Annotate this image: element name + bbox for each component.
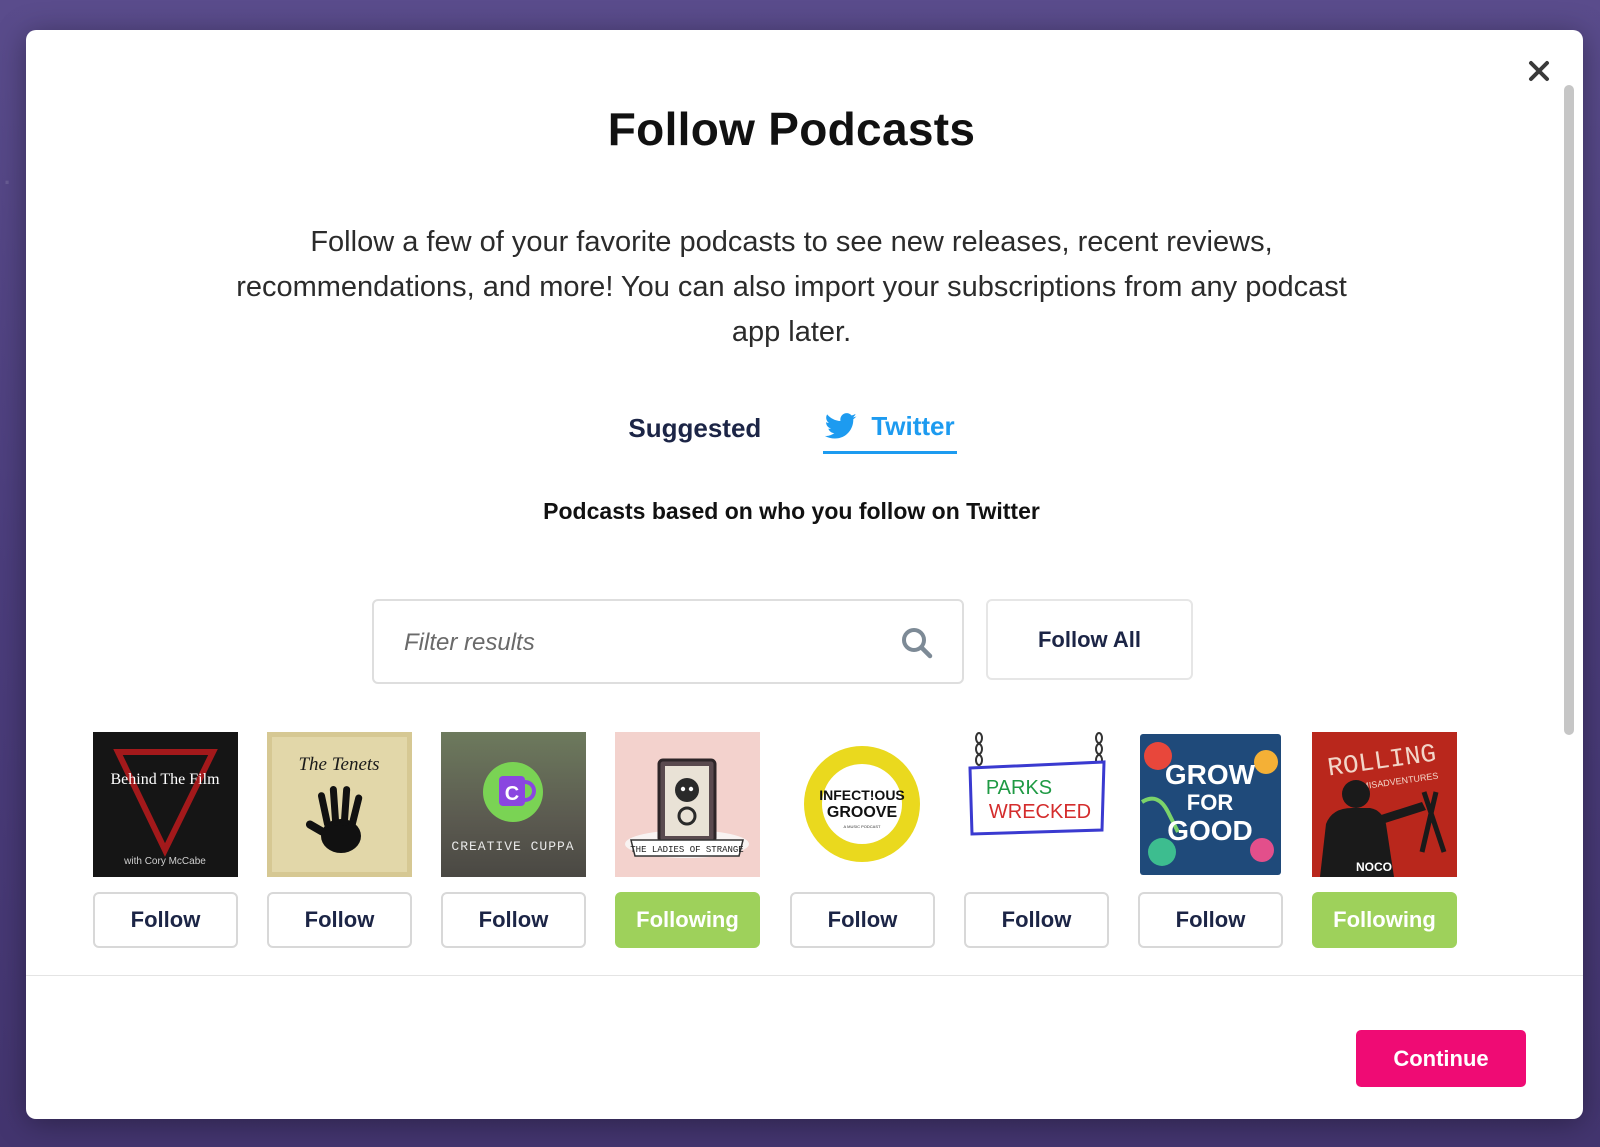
- follow-button[interactable]: Follow: [1138, 892, 1283, 948]
- podcast-card: The Tenets Follow: [267, 732, 412, 948]
- cover-title-2: GROOVE: [827, 804, 898, 821]
- podcast-grid: Behind The Film with Cory McCabe Follow …: [93, 732, 1493, 952]
- tab-bar: Suggested Twitter: [26, 402, 1557, 454]
- follow-button[interactable]: Follow: [267, 892, 412, 948]
- tab-twitter[interactable]: Twitter: [823, 402, 957, 454]
- cover-title: THE LADIES OF STRANGE: [630, 845, 743, 855]
- cover-title-3: GOOD: [1167, 815, 1253, 846]
- footer-divider: [26, 975, 1583, 976]
- podcast-card: C CREATIVE CUPPA Follow: [441, 732, 586, 948]
- follow-button[interactable]: Follow: [964, 892, 1109, 948]
- podcast-cover[interactable]: THE LADIES OF STRANGE: [615, 732, 760, 877]
- modal-scroll-region[interactable]: Follow Podcasts Follow a few of your fav…: [26, 30, 1557, 975]
- section-subtitle: Podcasts based on who you follow on Twit…: [543, 498, 1040, 524]
- scrollbar-thumb[interactable]: [1564, 85, 1574, 735]
- podcast-cover[interactable]: Behind The Film with Cory McCabe: [93, 732, 238, 877]
- modal-description: Follow a few of your favorite podcasts t…: [236, 226, 1347, 348]
- tab-suggested[interactable]: Suggested: [626, 402, 763, 454]
- podcast-cover[interactable]: C CREATIVE CUPPA: [441, 732, 586, 877]
- podcast-cover[interactable]: ROLLING MISADVENTURES NOCO: [1312, 732, 1457, 877]
- follow-all-button[interactable]: Follow All: [986, 599, 1193, 680]
- following-button[interactable]: Following: [615, 892, 760, 948]
- podcast-card: PARKS WRECKED Follow: [964, 732, 1109, 948]
- filter-input[interactable]: [404, 623, 874, 663]
- tab-label: Twitter: [871, 411, 955, 441]
- podcast-card: GROW FOR GOOD Follow: [1138, 732, 1283, 948]
- cover-mark: C: [505, 783, 519, 805]
- search-icon[interactable]: [900, 626, 934, 660]
- tab-label: Suggested: [628, 412, 762, 443]
- cover-title-1: PARKS: [986, 777, 1052, 799]
- cover-title-2: WRECKED: [989, 801, 1091, 823]
- cover-title: Behind The Film: [110, 771, 220, 788]
- podcast-cover[interactable]: INFECT!OUS GROOVE A MUSIC PODCAST: [790, 732, 935, 877]
- follow-button[interactable]: Follow: [790, 892, 935, 948]
- close-icon: [1529, 61, 1549, 81]
- cover-subtitle: with Cory McCabe: [123, 856, 206, 867]
- podcast-card: Behind The Film with Cory McCabe Follow: [93, 732, 238, 948]
- cover-title-1: INFECT!OUS: [819, 787, 905, 803]
- close-button[interactable]: [1520, 52, 1557, 90]
- podcast-cover[interactable]: The Tenets: [267, 732, 412, 877]
- twitter-bird-icon: [825, 413, 857, 439]
- podcast-card: INFECT!OUS GROOVE A MUSIC PODCAST Follow: [790, 732, 935, 948]
- follow-podcasts-modal: Follow Podcasts Follow a few of your fav…: [26, 30, 1583, 1119]
- podcast-cover[interactable]: GROW FOR GOOD: [1138, 732, 1283, 877]
- podcast-cover[interactable]: PARKS WRECKED: [964, 732, 1109, 877]
- filter-box: [372, 599, 964, 684]
- podcast-card: THE LADIES OF STRANGE Following: [615, 732, 760, 948]
- podcast-card: ROLLING MISADVENTURES NOCO Following: [1312, 732, 1457, 948]
- cover-title-1: GROW: [1165, 759, 1256, 790]
- follow-button[interactable]: Follow: [93, 892, 238, 948]
- cover-title: The Tenets: [298, 754, 379, 775]
- cover-subtitle: A MUSIC PODCAST: [844, 824, 881, 829]
- cover-title: CREATIVE CUPPA: [451, 839, 574, 854]
- cover-title-2: FOR: [1187, 790, 1234, 815]
- following-button[interactable]: Following: [1312, 892, 1457, 948]
- continue-button[interactable]: Continue: [1356, 1030, 1526, 1087]
- follow-button[interactable]: Follow: [441, 892, 586, 948]
- modal-title: Follow Podcasts: [607, 103, 976, 155]
- cover-mark: NOCO: [1356, 860, 1392, 874]
- background-content: ·: [4, 170, 12, 195]
